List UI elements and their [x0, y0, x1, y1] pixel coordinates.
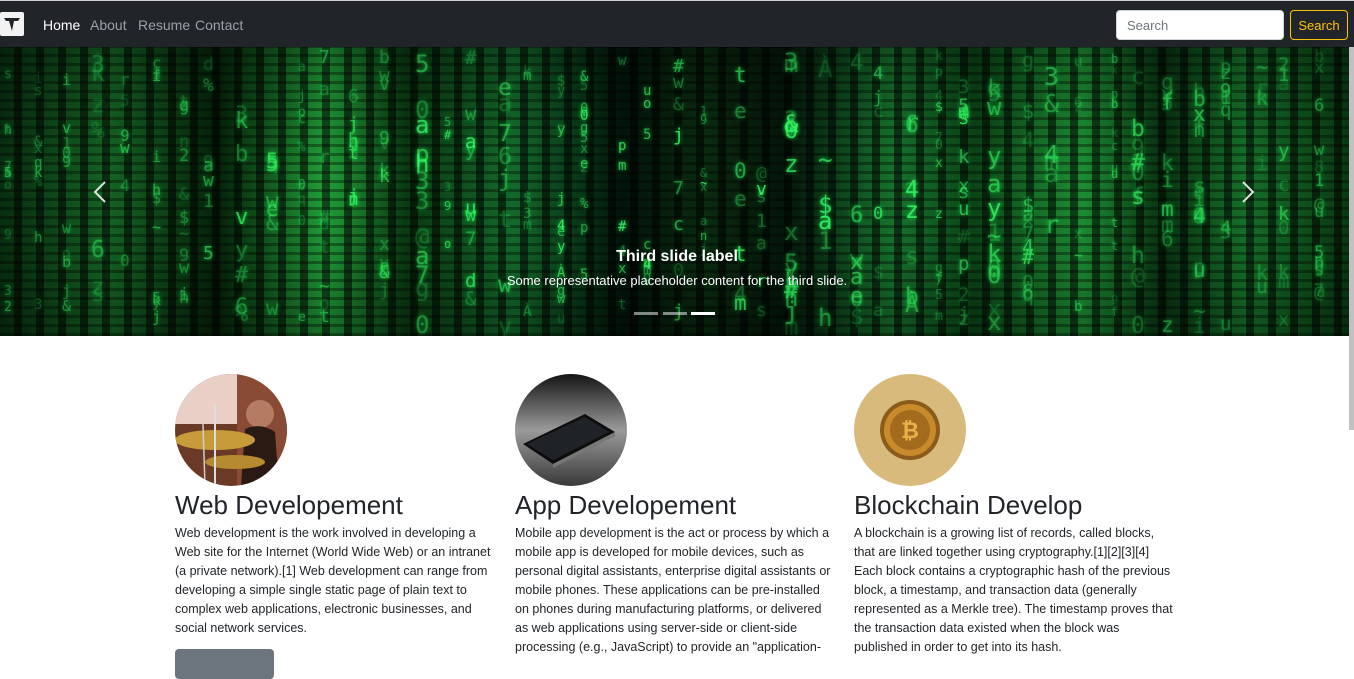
feature-title: Web Developement: [175, 490, 403, 520]
carousel-caption: Third slide label Some representative pl…: [0, 246, 1354, 290]
view-details-button[interactable]: [175, 649, 274, 679]
feature-text: Mobile app development is the act or pro…: [515, 526, 831, 654]
nav-link-about[interactable]: About: [90, 16, 127, 34]
svg-text:₿: ₿: [901, 419, 919, 444]
feature-text: A blockchain is a growing list of record…: [854, 526, 1173, 654]
chevron-left-icon: [93, 181, 106, 203]
feature-blockchain: ₿ Blockchain Develop A blockchain is a g…: [854, 374, 1174, 657]
carousel-indicator[interactable]: [634, 312, 658, 315]
search-input[interactable]: [1116, 10, 1284, 40]
navbar: Home About Resume Contact Search: [0, 0, 1354, 47]
nav-link-home[interactable]: Home: [43, 16, 80, 34]
hero-carousel: a3hs9o257t~x3%qsih&k9b&w19v0ij%6sz3zk95r…: [0, 47, 1354, 336]
chevron-right-icon: [1242, 181, 1255, 203]
caption-title: Third slide label: [616, 248, 738, 265]
tw-logo-icon: [4, 18, 20, 31]
carousel-next-button[interactable]: [1232, 177, 1262, 207]
caption-text: Some representative placeholder content …: [506, 273, 848, 288]
drummer-photo: [175, 374, 287, 486]
page-scrollbar[interactable]: [1349, 47, 1354, 430]
feature-web: Web Developement Web development is the …: [175, 374, 495, 679]
feature-title: Blockchain Develop: [854, 490, 1083, 520]
feature-text: Web development is the work involved in …: [175, 526, 491, 635]
feature-app: App Developement Mobile app development …: [515, 374, 835, 657]
search-button[interactable]: Search: [1290, 10, 1348, 40]
carousel-indicator-active[interactable]: [691, 312, 715, 315]
bitcoin-photo: ₿: [854, 374, 966, 486]
nav-link-resume[interactable]: Resume: [138, 16, 190, 34]
brand-logo[interactable]: [0, 12, 24, 36]
smartphone-photo: [515, 374, 627, 486]
feature-title: App Developement: [515, 490, 737, 520]
carousel-prev-button[interactable]: [86, 177, 116, 207]
carousel-indicator[interactable]: [663, 312, 687, 315]
nav-link-contact[interactable]: Contact: [195, 16, 243, 34]
